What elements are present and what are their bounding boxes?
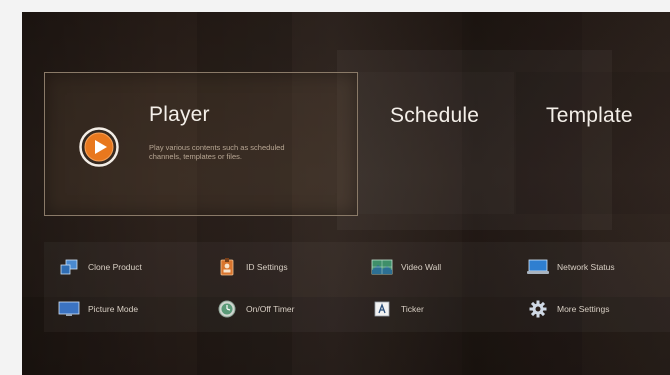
network-status-icon	[527, 258, 549, 276]
picture-mode-icon	[58, 300, 80, 318]
id-settings-label: ID Settings	[246, 262, 288, 272]
on-off-timer-label: On/Off Timer	[246, 304, 295, 314]
ticker-label: Ticker	[401, 304, 424, 314]
clone-product-label: Clone Product	[88, 262, 142, 272]
id-settings-icon	[216, 258, 238, 276]
template-tile[interactable]: Template	[516, 72, 670, 214]
more-settings-icon	[527, 300, 549, 318]
play-icon	[79, 127, 119, 167]
player-tile[interactable]: Player Play various contents such as sch…	[44, 72, 358, 216]
schedule-tile[interactable]: Schedule	[358, 72, 514, 214]
video-wall-item[interactable]: Video Wall	[371, 258, 441, 276]
on-off-timer-icon	[216, 300, 238, 318]
network-status-item[interactable]: Network Status	[527, 258, 615, 276]
ticker-item[interactable]: Ticker	[371, 300, 424, 318]
player-description: Play various contents such as scheduled …	[149, 143, 285, 161]
template-title: Template	[546, 104, 633, 127]
more-settings-item[interactable]: More Settings	[527, 300, 609, 318]
clone-product-icon	[58, 258, 80, 276]
quick-settings-panel: Clone Product ID Settings Video Wall Net…	[44, 242, 670, 332]
more-settings-label: More Settings	[557, 304, 610, 314]
video-wall-icon	[371, 258, 393, 276]
picture-mode-item[interactable]: Picture Mode	[58, 300, 138, 318]
id-settings-item[interactable]: ID Settings	[216, 258, 288, 276]
schedule-title: Schedule	[390, 104, 480, 127]
home-screen: Player Play various contents such as sch…	[22, 12, 670, 375]
clone-product-item[interactable]: Clone Product	[58, 258, 142, 276]
on-off-timer-item[interactable]: On/Off Timer	[216, 300, 295, 318]
network-status-label: Network Status	[557, 262, 615, 272]
picture-mode-label: Picture Mode	[88, 304, 139, 314]
ticker-icon	[371, 300, 393, 318]
video-wall-label: Video Wall	[401, 262, 442, 272]
player-title: Player	[149, 103, 210, 126]
